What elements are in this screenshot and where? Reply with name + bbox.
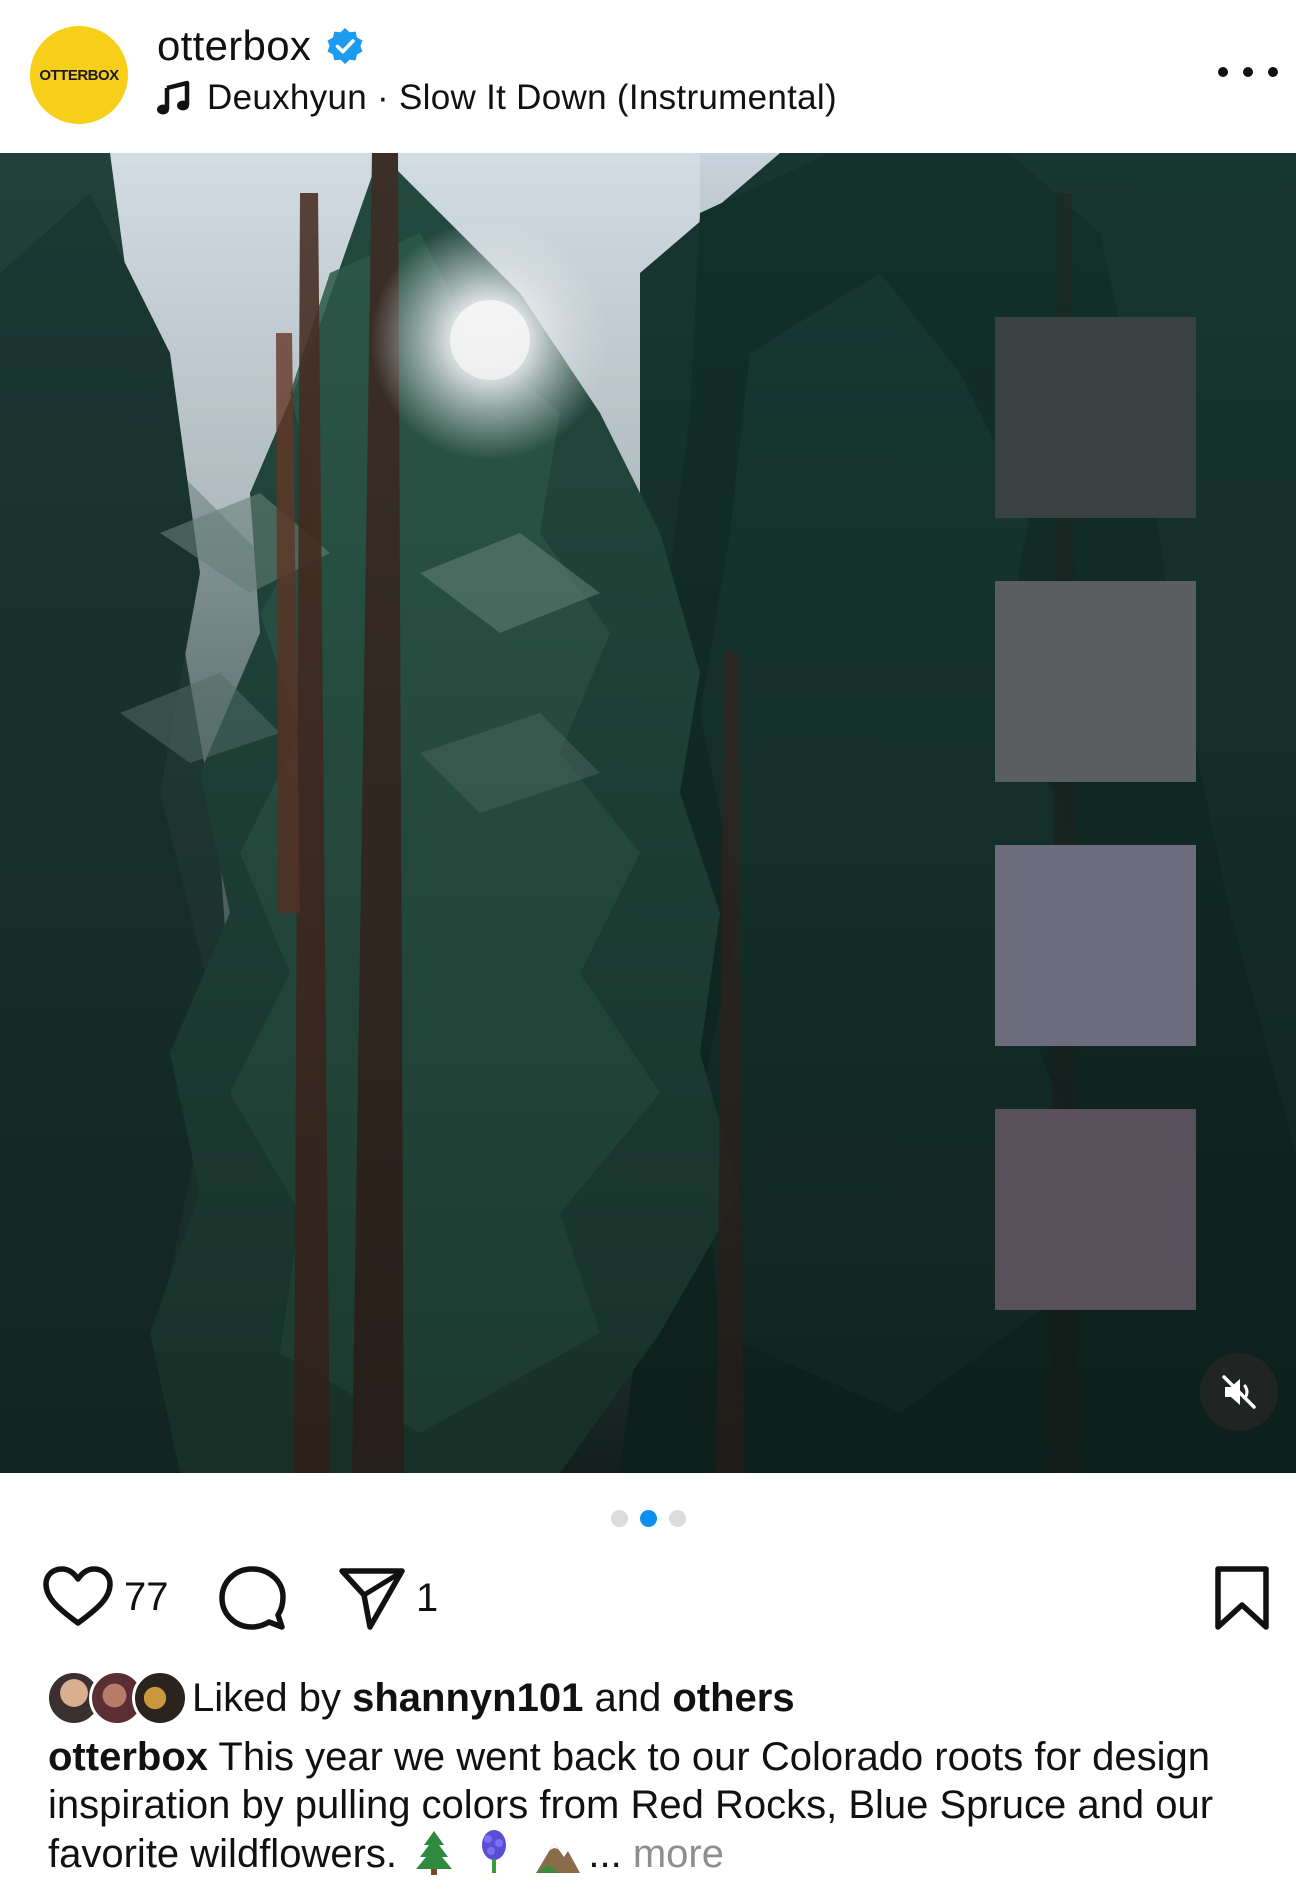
post-photo[interactable] xyxy=(0,153,1296,1473)
post-caption: otterbox This year we went back to our C… xyxy=(48,1733,1248,1878)
mountain-emoji-icon xyxy=(536,1843,581,1873)
color-swatch-3 xyxy=(995,845,1196,1046)
color-swatch-2 xyxy=(995,581,1196,782)
color-swatch-4 xyxy=(995,1109,1196,1310)
post-header: OTTERBOX otterbox Deuxhyun · Slow It Dow… xyxy=(0,0,1296,153)
more-options-icon[interactable] xyxy=(1218,52,1278,92)
caption-text: This year we went back to our Colorado r… xyxy=(48,1735,1214,1876)
caption-username[interactable]: otterbox xyxy=(48,1735,208,1779)
bookmark-icon[interactable] xyxy=(1212,1565,1272,1631)
carousel-indicator xyxy=(0,1510,1296,1527)
liker-avatar xyxy=(132,1670,188,1726)
music-note-icon xyxy=(157,80,190,115)
audio-muted-button[interactable] xyxy=(1200,1353,1278,1431)
verified-badge-icon xyxy=(327,28,363,64)
evergreen-tree-emoji-icon xyxy=(416,1831,453,1875)
shares-count[interactable]: 1 xyxy=(416,1576,438,1621)
profile-avatar[interactable]: OTTERBOX xyxy=(30,26,128,124)
speaker-muted-icon xyxy=(1222,1375,1256,1409)
liker-avatars xyxy=(46,1670,188,1726)
music-track-label: Deuxhyun · Slow It Down (Instrumental) xyxy=(207,78,837,117)
post-action-bar: 77 1 xyxy=(0,1565,1296,1635)
likers-others-link[interactable]: others xyxy=(672,1676,794,1720)
share-icon[interactable] xyxy=(338,1565,406,1631)
hyacinth-emoji-icon xyxy=(482,1830,507,1873)
like-action: 77 xyxy=(42,1565,169,1629)
music-attribution[interactable]: Deuxhyun · Slow It Down (Instrumental) xyxy=(157,78,837,118)
avatar-logo-text: OTTERBOX xyxy=(39,66,119,84)
username-row: otterbox xyxy=(157,22,365,70)
caption-more-link[interactable]: more xyxy=(633,1832,724,1876)
username-link[interactable]: otterbox xyxy=(157,22,311,70)
save-action xyxy=(1212,1565,1272,1631)
caption-ellipsis: ... xyxy=(588,1832,622,1876)
liked-by-row[interactable]: Liked by shannyn101 and others xyxy=(46,1670,795,1726)
liker-username[interactable]: shannyn101 xyxy=(352,1676,583,1720)
liked-by-text: Liked by shannyn101 and others xyxy=(192,1675,795,1720)
heart-icon[interactable] xyxy=(42,1565,114,1629)
carousel-dot[interactable] xyxy=(610,1510,628,1527)
comment-icon[interactable] xyxy=(218,1565,286,1631)
likes-count[interactable]: 77 xyxy=(124,1575,169,1620)
share-action: 1 xyxy=(338,1565,438,1631)
color-swatch-1 xyxy=(995,317,1196,518)
carousel-dot-active[interactable] xyxy=(639,1510,657,1527)
comment-action xyxy=(218,1565,286,1631)
carousel-dot[interactable] xyxy=(668,1510,686,1527)
